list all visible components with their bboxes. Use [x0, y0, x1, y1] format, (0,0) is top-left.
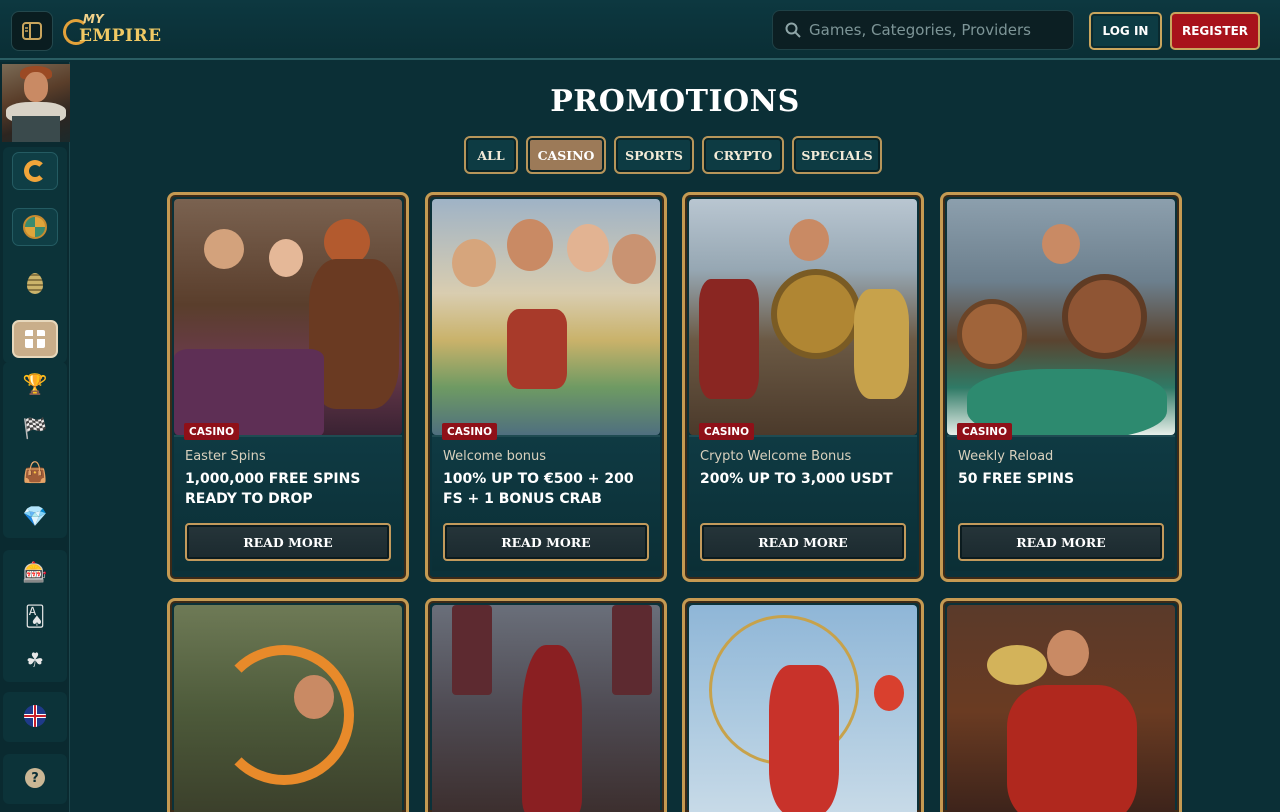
promo-image	[947, 605, 1175, 812]
casino-c-icon	[24, 160, 46, 182]
gift-icon	[25, 330, 45, 348]
tab-sports[interactable]: SPORTS	[614, 136, 694, 174]
read-more-button[interactable]: READ MORE	[700, 523, 906, 561]
category-badge: CASINO	[957, 423, 1013, 440]
category-badge: CASINO	[699, 423, 755, 440]
top-header: MY EMPIRE LOG IN REGISTER	[0, 0, 1280, 60]
card-title: 200% UP TO 3,000 USDT	[700, 471, 893, 487]
avatar[interactable]	[2, 64, 70, 142]
sidebar-item-slots[interactable]: 🎰	[3, 550, 67, 594]
sidebar-group-games: 🎰 🂡 ☘	[3, 550, 67, 682]
promo-card-7[interactable]	[682, 598, 924, 812]
register-button[interactable]: REGISTER	[1170, 12, 1260, 50]
sidebar-item-easter[interactable]	[3, 259, 67, 307]
card-title: 1,000,000 FREE SPINS READY TO DROP	[185, 471, 361, 507]
slot-machine-icon: 🎰	[22, 560, 48, 584]
search-input[interactable]	[809, 21, 1059, 39]
wheel-icon	[23, 215, 47, 239]
category-badge: CASINO	[442, 423, 498, 440]
sidebar-item-tournaments[interactable]: 🏆	[3, 362, 67, 406]
card-subtitle: Welcome bonus	[443, 449, 547, 464]
sidebar-group-rewards: 🏆 🏁 👜 💎	[3, 362, 67, 538]
sidebar-item-lucky[interactable]: ☘	[3, 638, 67, 682]
page-title: PROMOTIONS	[550, 84, 800, 119]
sidebar-item-table-games[interactable]: 🂡	[3, 594, 67, 638]
promo-image	[432, 199, 660, 435]
promo-card-6[interactable]	[425, 598, 667, 812]
promo-image	[174, 605, 402, 812]
diamond-icon: 💎	[22, 504, 48, 528]
sidebar-item-promotions[interactable]	[3, 315, 67, 363]
card-subtitle: Crypto Welcome Bonus	[700, 449, 852, 464]
sidebar-item-shop[interactable]: 👜	[3, 450, 67, 494]
read-more-button[interactable]: READ MORE	[958, 523, 1164, 561]
sidebar-item-help[interactable]: ?	[3, 754, 67, 802]
cards-icon: 🂡	[24, 604, 46, 628]
sidebar-group-help: ?	[3, 754, 67, 804]
read-more-button[interactable]: READ MORE	[185, 523, 391, 561]
sidebar-toggle-button[interactable]	[11, 11, 53, 51]
promo-image	[947, 199, 1175, 435]
promo-card-5[interactable]	[167, 598, 409, 812]
category-badge: CASINO	[184, 423, 240, 440]
login-button[interactable]: LOG IN	[1089, 12, 1162, 50]
promo-image	[174, 199, 402, 435]
site-logo[interactable]: MY EMPIRE	[63, 11, 161, 49]
logo-text-bottom: EMPIRE	[79, 26, 162, 46]
read-more-button[interactable]: READ MORE	[443, 523, 649, 561]
tab-specials[interactable]: SPECIALS	[792, 136, 882, 174]
sidebar-item-vip[interactable]: 💎	[3, 494, 67, 538]
card-title: 50 FREE SPINS	[958, 471, 1075, 487]
search-icon	[785, 22, 801, 38]
card-subtitle: Easter Spins	[185, 449, 266, 464]
sidebar-item-language[interactable]	[3, 692, 67, 740]
race-flag-icon: 🏁	[22, 416, 48, 440]
sidebar-item-races[interactable]: 🏁	[3, 406, 67, 450]
promo-card-8[interactable]	[940, 598, 1182, 812]
sidebar-toggle-icon	[22, 22, 42, 40]
promo-card-crypto-welcome[interactable]: CASINO Crypto Welcome Bonus 200% UP TO 3…	[682, 192, 924, 582]
promo-image	[432, 605, 660, 812]
logo-text-top: MY	[83, 12, 104, 26]
promo-card-weekly-reload[interactable]: CASINO Weekly Reload 50 FREE SPINS READ …	[940, 192, 1182, 582]
promo-image	[689, 605, 917, 812]
shop-bag-icon: 👜	[22, 460, 48, 484]
sidebar-item-wheel[interactable]	[3, 203, 67, 251]
promo-card-welcome-bonus[interactable]: CASINO Welcome bonus 100% UP TO €500 + 2…	[425, 192, 667, 582]
easter-egg-icon	[27, 272, 43, 294]
search-bar[interactable]	[772, 10, 1074, 50]
tab-casino[interactable]: CASINO	[526, 136, 606, 174]
card-title: 100% UP TO €500 + 200 FS + 1 BONUS CRAB	[443, 471, 634, 507]
tab-crypto[interactable]: CRYPTO	[702, 136, 784, 174]
sidebar-group-language	[3, 692, 67, 742]
sidebar-group-main	[3, 147, 67, 363]
uk-flag-icon	[24, 705, 46, 727]
left-sidebar: 🏆 🏁 👜 💎 🎰 🂡 ☘ ?	[0, 62, 70, 812]
promotion-tabs: ALL CASINO SPORTS CRYPTO SPECIALS	[464, 136, 882, 174]
tab-all[interactable]: ALL	[464, 136, 518, 174]
clover-icon: ☘	[26, 648, 44, 672]
help-icon: ?	[25, 768, 45, 788]
sidebar-item-casino[interactable]	[3, 147, 67, 195]
trophy-icon: 🏆	[22, 372, 48, 396]
promo-card-easter-spins[interactable]: CASINO Easter Spins 1,000,000 FREE SPINS…	[167, 192, 409, 582]
promo-image	[689, 199, 917, 435]
card-subtitle: Weekly Reload	[958, 449, 1054, 464]
